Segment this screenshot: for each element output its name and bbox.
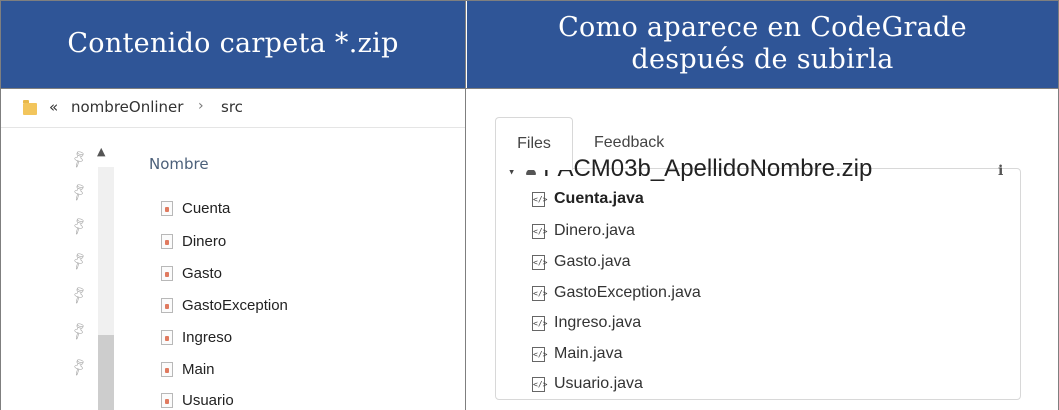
code-file-icon: </> (532, 254, 547, 270)
tab-files-label: Files (517, 135, 551, 152)
file-name: Gasto (182, 264, 223, 282)
pin-icon[interactable]: 📌︎ (68, 285, 90, 306)
code-file-icon: </> (532, 346, 547, 362)
header-left-title: Contenido carpeta *.zip (67, 28, 399, 59)
file-tree-item-label: Cuenta.java (554, 190, 644, 207)
info-icon[interactable]: i (998, 163, 1003, 179)
file-tree-item-label: Ingreso.java (554, 314, 642, 331)
breadcrumb-separator: › (198, 98, 204, 114)
scrollbar-thumb[interactable] (98, 335, 114, 410)
address-bar[interactable]: « nombreOnliner › src (1, 89, 465, 128)
code-file-icon: </> (532, 285, 547, 301)
file-name: Main (182, 360, 215, 378)
file-explorer: « nombreOnliner › src 📌︎ 📌︎ 📌︎ 📌︎ 📌︎ 📌︎ … (1, 89, 465, 410)
file-tree-item-label: Gasto.java (554, 253, 631, 270)
pin-icon[interactable]: 📌︎ (68, 321, 90, 342)
java-file-icon (161, 392, 173, 408)
pin-icon[interactable]: 📌︎ (68, 357, 90, 378)
breadcrumb-subfolder[interactable]: src (221, 98, 243, 116)
header-right-line1: Como aparece en CodeGrade (558, 12, 967, 43)
file-tree-item-label: Dinero.java (554, 222, 635, 239)
root-archive-name: PACM03b_ApellidoNombre.zip (543, 155, 873, 182)
pin-icon[interactable]: 📌︎ (68, 251, 90, 272)
comparison-table: Contenido carpeta *.zip Como aparece en … (0, 0, 1059, 410)
list-item[interactable]: Main (161, 357, 215, 381)
java-file-icon (161, 361, 173, 377)
file-name: Cuenta (182, 199, 231, 217)
code-file-icon: </> (532, 315, 547, 331)
java-file-icon (161, 297, 173, 313)
file-tree-item[interactable]: </> Ingreso.java (532, 311, 641, 335)
file-tree-item[interactable]: </> Usuario.java (532, 372, 643, 396)
header-right-line2: después de subirla (631, 44, 894, 75)
file-tree-item-label: GastoException.java (554, 284, 701, 301)
list-item[interactable]: GastoException (161, 293, 288, 317)
file-name: Ingreso (182, 328, 233, 346)
file-name: Usuario (182, 391, 234, 409)
code-file-icon: </> (532, 223, 547, 239)
file-tree-item-label: Main.java (554, 345, 623, 362)
pin-icon[interactable]: 📌︎ (68, 216, 90, 237)
scroll-up-arrow-icon[interactable]: ▲ (97, 145, 105, 158)
pin-icon[interactable]: 📌︎ (68, 182, 90, 203)
file-tree-item[interactable]: </> Main.java (532, 342, 622, 366)
java-file-icon (161, 329, 173, 345)
java-file-icon (161, 233, 173, 249)
file-tree-item[interactable]: </> Gasto.java (532, 250, 630, 274)
code-file-icon: </> (532, 191, 547, 207)
pin-icon[interactable]: 📌︎ (68, 149, 90, 170)
header-left: Contenido carpeta *.zip (1, 0, 465, 88)
file-tree-item-label: Usuario.java (554, 375, 643, 392)
file-name: GastoException (182, 296, 288, 314)
code-file-icon: </> (532, 376, 547, 392)
java-file-icon (161, 200, 173, 216)
header-right: Como aparece en CodeGrade después de sub… (467, 0, 1058, 88)
file-name: Dinero (182, 232, 227, 250)
tab-feedback-label: Feedback (594, 134, 665, 151)
breadcrumb-folder[interactable]: nombreOnliner (71, 98, 183, 116)
list-item[interactable]: Usuario (161, 388, 234, 410)
file-tree-item[interactable]: </> Cuenta.java (532, 187, 644, 211)
codegrade-viewer: Files Feedback ▼ PACM03b_ApellidoNombre.… (467, 89, 1059, 410)
table-border-top (0, 0, 1059, 1)
list-item[interactable]: Ingreso (161, 325, 232, 349)
list-item[interactable]: Cuenta (161, 196, 230, 220)
breadcrumb-overflow[interactable]: « (49, 98, 58, 116)
table-divider (465, 0, 466, 410)
list-item[interactable]: Gasto (161, 261, 222, 285)
file-tree-item[interactable]: </> Dinero.java (532, 219, 635, 243)
java-file-icon (161, 265, 173, 281)
column-header-name[interactable]: Nombre (149, 155, 209, 173)
list-item[interactable]: Dinero (161, 229, 226, 253)
tab-files[interactable]: Files (495, 117, 573, 170)
file-tree-item[interactable]: </> GastoException.java (532, 281, 701, 305)
folder-icon (23, 100, 37, 115)
